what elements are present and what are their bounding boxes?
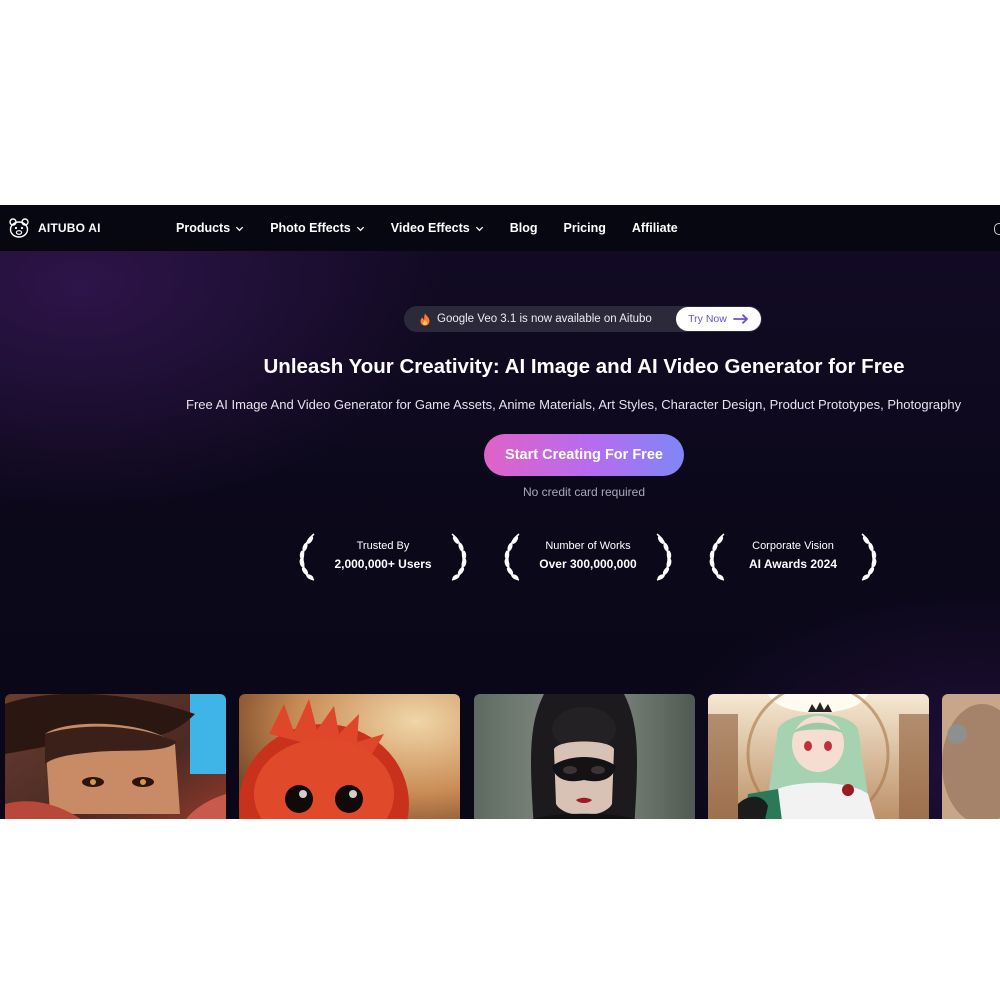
page-frame: AITUBO AI Products Photo Effects Video E…: [0, 205, 1000, 819]
award-caption: Corporate Vision: [752, 540, 834, 552]
announcement-text: Google Veo 3.1 is now available on Aitub…: [437, 313, 652, 325]
gallery-strip: [0, 694, 1000, 819]
announcement-banner[interactable]: Google Veo 3.1 is now available on Aitub…: [404, 306, 762, 332]
nav-item-products[interactable]: Products: [176, 221, 244, 235]
hero-subtitle: Free AI Image And Video Generator for Ga…: [186, 397, 962, 412]
gallery-image: [708, 694, 929, 819]
nav-item-label: Affiliate: [631, 221, 678, 235]
laurel-icon: [656, 533, 672, 581]
top-nav: AITUBO AI Products Photo Effects Video E…: [0, 205, 1000, 251]
nav-item-label: Blog: [509, 221, 538, 235]
award-caption: Number of Works: [545, 540, 631, 552]
laurel-icon: [504, 533, 520, 581]
laurel-icon: [709, 533, 725, 581]
nav-item-label: Products: [176, 221, 231, 235]
nav-item-affiliate[interactable]: Affiliate: [632, 221, 678, 235]
gallery-image: [942, 694, 1000, 819]
gallery-card-anime-boy[interactable]: [5, 694, 226, 819]
laurel-icon: [299, 533, 315, 581]
arrow-right-icon: [732, 314, 748, 324]
start-creating-label: Start Creating For Free: [505, 447, 663, 463]
nav-item-pricing[interactable]: Pricing: [564, 221, 606, 235]
award-badge: Trusted By 2,000,000+ Users: [297, 532, 469, 582]
chevron-down-icon: [356, 226, 364, 231]
gallery-card-masked-woman[interactable]: [474, 694, 695, 819]
nav-cutoff-element[interactable]: [994, 223, 1000, 235]
award-badge: Number of Works Over 300,000,000: [502, 532, 674, 582]
award-badge: Corporate Vision AI Awards 2024: [707, 532, 879, 582]
nav-item-video-effects[interactable]: Video Effects: [391, 221, 484, 235]
gallery-image: [239, 694, 460, 819]
award-value: AI Awards 2024: [748, 557, 838, 571]
award-text: Trusted By 2,000,000+ Users: [319, 540, 447, 571]
laurel-icon: [861, 533, 877, 581]
start-creating-button[interactable]: Start Creating For Free: [484, 434, 684, 476]
hero-title: Unleash Your Creativity: AI Image and AI…: [263, 355, 905, 378]
award-text: Number of Works Over 300,000,000: [524, 540, 652, 571]
try-now-label: Try Now: [688, 313, 727, 325]
chevron-down-icon: [236, 226, 244, 231]
no-credit-note: No credit card required: [522, 485, 646, 499]
award-value: Over 300,000,000: [539, 557, 637, 571]
nav-item-blog[interactable]: Blog: [510, 221, 538, 235]
nav-item-label: Video Effects: [390, 221, 470, 235]
award-caption: Trusted By: [356, 540, 410, 552]
brand-logo[interactable]: AITUBO AI: [8, 217, 101, 239]
award-value: 2,000,000+ Users: [334, 557, 432, 571]
nav-item-photo-effects[interactable]: Photo Effects: [270, 221, 365, 235]
bear-logo-icon: [9, 218, 29, 238]
awards-row: Trusted By 2,000,000+ Users Number of Wo…: [0, 532, 1000, 582]
award-text: Corporate Vision AI Awards 2024: [729, 540, 857, 571]
gallery-card-anime-girl[interactable]: [708, 694, 929, 819]
gallery-card-partial[interactable]: [942, 694, 1000, 819]
brand-name: AITUBO AI: [38, 221, 101, 235]
laurel-icon: [451, 533, 467, 581]
gallery-card-red-creature[interactable]: [239, 694, 460, 819]
chevron-down-icon: [475, 226, 483, 231]
try-now-button[interactable]: Try Now: [676, 307, 761, 331]
nav-item-label: Pricing: [563, 221, 606, 235]
gallery-image: [474, 694, 695, 819]
nav-menu: Products Photo Effects Video Effects Blo…: [176, 205, 704, 251]
gallery-image: [5, 694, 226, 819]
fire-icon: [420, 313, 430, 325]
nav-item-label: Photo Effects: [270, 221, 351, 235]
